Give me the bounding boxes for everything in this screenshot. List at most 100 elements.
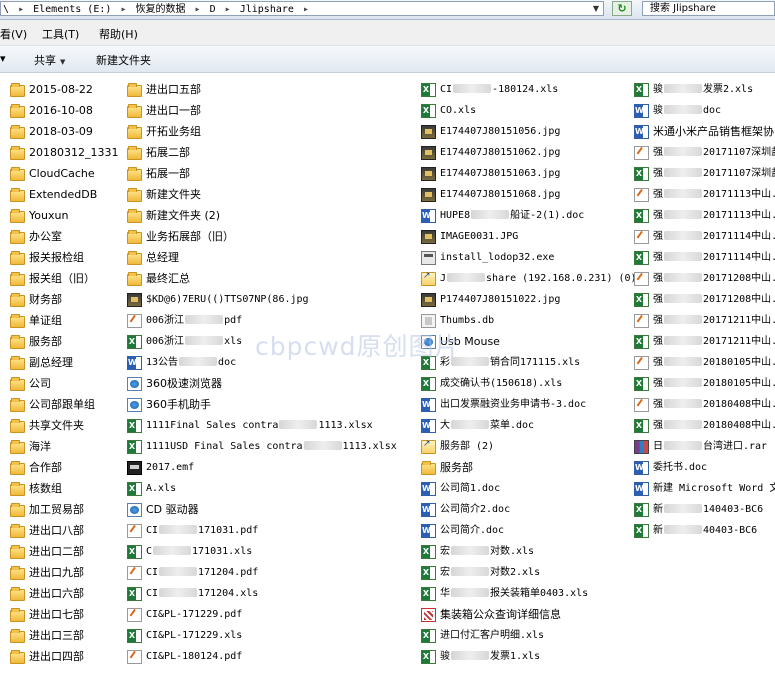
file-item[interactable]: 米通小米产品销售框架协 (634, 121, 775, 142)
search-input[interactable]: 搜索 Jlipshare (642, 1, 775, 16)
folder-item[interactable]: 进出口六部 (10, 583, 118, 604)
folder-item[interactable]: 最终汇总 (127, 268, 397, 289)
folder-item[interactable]: 20180312_1331 (10, 142, 118, 163)
file-item[interactable]: 强 20171114中山.xls (634, 247, 775, 268)
file-item[interactable]: E174407J80151056.jpg (421, 121, 637, 142)
folder-item[interactable]: 报关报检组 (10, 247, 118, 268)
menu-view[interactable]: 看(V) (0, 26, 27, 42)
file-item[interactable]: 骏 发票1.xls (421, 646, 637, 667)
menu-tools[interactable]: 工具(T) (42, 26, 79, 42)
folder-item[interactable]: 共享文件夹 (10, 415, 118, 436)
file-item[interactable]: 360极速浏览器 (127, 373, 397, 394)
folder-item[interactable]: 进出口七部 (10, 604, 118, 625)
file-item[interactable]: 强 20171113中山.xls (634, 205, 775, 226)
folder-item[interactable]: 合作部 (10, 457, 118, 478)
file-item[interactable]: 骏 doc (634, 100, 775, 121)
file-item[interactable]: 公司简介.doc (421, 520, 637, 541)
file-item[interactable]: CI 171204.xls (127, 583, 397, 604)
folder-item[interactable]: 拓展一部 (127, 163, 397, 184)
folder-item[interactable]: 单证组 (10, 310, 118, 331)
file-item[interactable]: CI -180124.xls (421, 79, 637, 100)
new-folder-button[interactable]: 新建文件夹 (96, 52, 151, 68)
folder-item[interactable]: 海洋 (10, 436, 118, 457)
folder-item[interactable]: 进出口三部 (10, 625, 118, 646)
file-item[interactable]: E174407J80151068.jpg (421, 184, 637, 205)
file-item[interactable]: 委托书.doc (634, 457, 775, 478)
folder-item[interactable]: 业务拓展部（旧） (127, 226, 397, 247)
file-item[interactable]: 1111Final Sales contra 1113.xlsx (127, 415, 397, 436)
folder-item[interactable]: 新建文件夹 (2) (127, 205, 397, 226)
file-item[interactable]: CI 171031.pdf (127, 520, 397, 541)
file-item[interactable]: 骏 发票2.xls (634, 79, 775, 100)
file-item[interactable]: 日 台湾进口.rar (634, 436, 775, 457)
folder-item[interactable]: 报关组（旧） (10, 268, 118, 289)
file-item[interactable]: $KD@6)7ERU(()TTS07NP(86.jpg (127, 289, 397, 310)
breadcrumb-current[interactable]: Jlipshare (240, 4, 294, 15)
folder-item[interactable]: 进出口八部 (10, 520, 118, 541)
file-item[interactable]: 360手机助手 (127, 394, 397, 415)
organize-caret-icon[interactable]: ▾ (0, 52, 6, 65)
file-item[interactable]: 强 20171107深圳盐田. (634, 163, 775, 184)
file-item[interactable]: CI&PL-171229.xls (127, 625, 397, 646)
folder-item[interactable]: 财务部 (10, 289, 118, 310)
file-item[interactable]: 2017.emf (127, 457, 397, 478)
file-item[interactable]: CD 驱动器 (127, 499, 397, 520)
file-item[interactable]: 强 20180105中山.pdf (634, 352, 775, 373)
file-item[interactable]: 强 20171208中山.xls (634, 289, 775, 310)
file-item[interactable]: 大 菜单.doc (421, 415, 637, 436)
folder-item[interactable]: 进出口九部 (10, 562, 118, 583)
file-item[interactable]: 强 20171208中山.pdf (634, 268, 775, 289)
file-item[interactable]: CO.xls (421, 100, 637, 121)
file-item[interactable]: 006浙江 xls (127, 331, 397, 352)
file-item[interactable]: 强 20171211中山.xls (634, 331, 775, 352)
file-item[interactable]: 新 140403-BC6 (634, 499, 775, 520)
file-item[interactable]: 新 40403-BC6 (634, 520, 775, 541)
folder-item[interactable]: 公司 (10, 373, 118, 394)
file-item[interactable]: CI 171204.pdf (127, 562, 397, 583)
address-dropdown-icon[interactable]: ▼ (589, 2, 603, 15)
folder-item[interactable]: 开拓业务组 (127, 121, 397, 142)
file-item[interactable]: 强 20171114中山.pdf (634, 226, 775, 247)
file-item[interactable]: Usb Mouse (421, 331, 637, 352)
refresh-icon[interactable]: ↻ (612, 1, 632, 16)
file-item[interactable]: 服务部 (2) (421, 436, 637, 457)
folder-item[interactable]: 核数组 (10, 478, 118, 499)
file-item[interactable]: install_lodop32.exe (421, 247, 637, 268)
folder-item[interactable]: ExtendedDB (10, 184, 118, 205)
file-item[interactable]: 华 报关装箱单0403.xls (421, 583, 637, 604)
file-item[interactable]: CI&PL-180124.pdf (127, 646, 397, 667)
file-item[interactable]: 强 20171107深圳盐田. (634, 142, 775, 163)
folder-item[interactable]: 进出口二部 (10, 541, 118, 562)
share-button[interactable]: 共享 ▼ (34, 52, 65, 68)
file-item[interactable]: 集装箱公众查询详细信息 (421, 604, 637, 625)
file-item[interactable]: 宏 对数2.xls (421, 562, 637, 583)
file-item[interactable]: IMAGE0031.JPG (421, 226, 637, 247)
file-item[interactable]: 公司简1.doc (421, 478, 637, 499)
file-item[interactable]: 进口付汇客户明细.xls (421, 625, 637, 646)
file-item[interactable]: 006浙江 pdf (127, 310, 397, 331)
folder-item[interactable]: 办公室 (10, 226, 118, 247)
menu-help[interactable]: 帮助(H) (99, 26, 138, 42)
folder-item[interactable]: 拓展二部 (127, 142, 397, 163)
file-item[interactable]: 强 20180408中山.xls (634, 415, 775, 436)
folder-item[interactable]: Youxun (10, 205, 118, 226)
file-item[interactable]: 彩 销合同171115.xls (421, 352, 637, 373)
file-item[interactable]: Jshare (192.168.0.231) (0) (421, 268, 637, 289)
file-item[interactable]: 成交确认书(150618).xls (421, 373, 637, 394)
folder-item[interactable]: 总经理 (127, 247, 397, 268)
folder-item[interactable]: 2016-10-08 (10, 100, 118, 121)
file-item[interactable]: 强 20171211中山.pdf (634, 310, 775, 331)
file-item[interactable]: 出口发票融资业务申请书-3.doc (421, 394, 637, 415)
folder-item[interactable]: 服务部 (10, 331, 118, 352)
folder-item[interactable]: 服务部 (421, 457, 637, 478)
file-item[interactable]: 1111USD Final Sales contra 1113.xlsx (127, 436, 397, 457)
breadcrumb-drive[interactable]: Elements (E:) (33, 4, 111, 15)
folder-item[interactable]: CloudCache (10, 163, 118, 184)
file-item[interactable]: C 171031.xls (127, 541, 397, 562)
folder-item[interactable]: 公司部跟单组 (10, 394, 118, 415)
file-item[interactable]: 13公告 doc (127, 352, 397, 373)
folder-item[interactable]: 2015-08-22 (10, 79, 118, 100)
folder-item[interactable]: 2018-03-09 (10, 121, 118, 142)
file-item[interactable]: P174407J80151022.jpg (421, 289, 637, 310)
file-item[interactable]: 宏 对数.xls (421, 541, 637, 562)
